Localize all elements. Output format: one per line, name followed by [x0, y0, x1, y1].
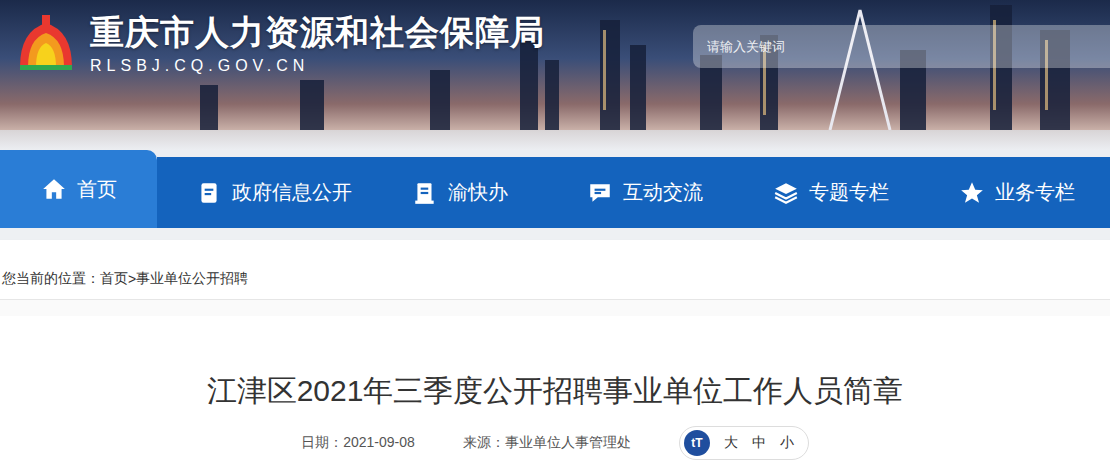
font-size-option[interactable]: 小 [780, 434, 794, 452]
nav-tab[interactable]: 首页 [0, 150, 157, 228]
nav-label: 互动交流 [623, 179, 703, 206]
breadcrumb: 您当前的位置：首页>事业单位公开招聘 [0, 240, 1110, 300]
font-size-switcher: tT 大中小 [679, 426, 809, 460]
nav-label: 渝快办 [448, 179, 508, 206]
banner-fade [0, 130, 1110, 150]
nav-label: 政府信息公开 [232, 179, 352, 206]
nav-bar: 政府信息公开 渝快办 互动交流 专题专栏 业务专栏 [157, 157, 1110, 228]
site-domain: RLSBJ.CQ.GOV.CN [90, 56, 545, 76]
font-size-icon: tT [684, 430, 710, 456]
nav-tab[interactable]: 渝快办 [367, 157, 553, 228]
logo-icon [14, 11, 78, 75]
spacer [0, 228, 1110, 240]
breadcrumb-prefix: 您当前的位置： [2, 270, 100, 288]
breadcrumb-link[interactable]: 首页 [100, 270, 128, 288]
nav-tab[interactable]: 互动交流 [553, 157, 739, 228]
nav-tab[interactable]: 专题专栏 [738, 157, 924, 228]
breadcrumb-separator: > [128, 271, 136, 287]
nav-label: 业务专栏 [995, 179, 1075, 206]
home-icon [41, 176, 67, 202]
star-icon [959, 180, 985, 206]
document-icon [196, 180, 222, 206]
nav-label: 专题专栏 [809, 179, 889, 206]
article-meta: 日期：2021-09-08 来源：事业单位人事管理处 tT 大中小 [301, 426, 809, 460]
font-size-option[interactable]: 中 [752, 434, 766, 452]
search-box[interactable] [693, 25, 1110, 68]
nav-label: 首页 [77, 176, 117, 203]
nav-tab[interactable]: 业务专栏 [924, 157, 1110, 228]
nav-tab[interactable]: 政府信息公开 [181, 157, 367, 228]
header-banner: 重庆市人力资源和社会保障局 RLSBJ.CQ.GOV.CN [0, 0, 1110, 130]
main-nav: 首页 政府信息公开 渝快办 互动交流 专题专栏 业务专栏 [0, 150, 1110, 228]
article-source: 来源：事业单位人事管理处 [463, 434, 631, 452]
article-header: 江津区2021年三季度公开招聘事业单位工作人员简章 日期：2021-09-08 … [0, 316, 1110, 460]
search-input[interactable] [707, 39, 1096, 54]
book-icon [412, 180, 438, 206]
spacer [0, 300, 1110, 316]
article-date: 日期：2021-09-08 [301, 434, 415, 452]
breadcrumb-link[interactable]: 事业单位公开招聘 [136, 270, 248, 288]
article-title: 江津区2021年三季度公开招聘事业单位工作人员简章 [207, 371, 904, 411]
font-size-option[interactable]: 大 [724, 434, 738, 452]
site-title[interactable]: 重庆市人力资源和社会保障局 [90, 10, 545, 54]
chat-icon [587, 180, 613, 206]
layers-icon [773, 180, 799, 206]
